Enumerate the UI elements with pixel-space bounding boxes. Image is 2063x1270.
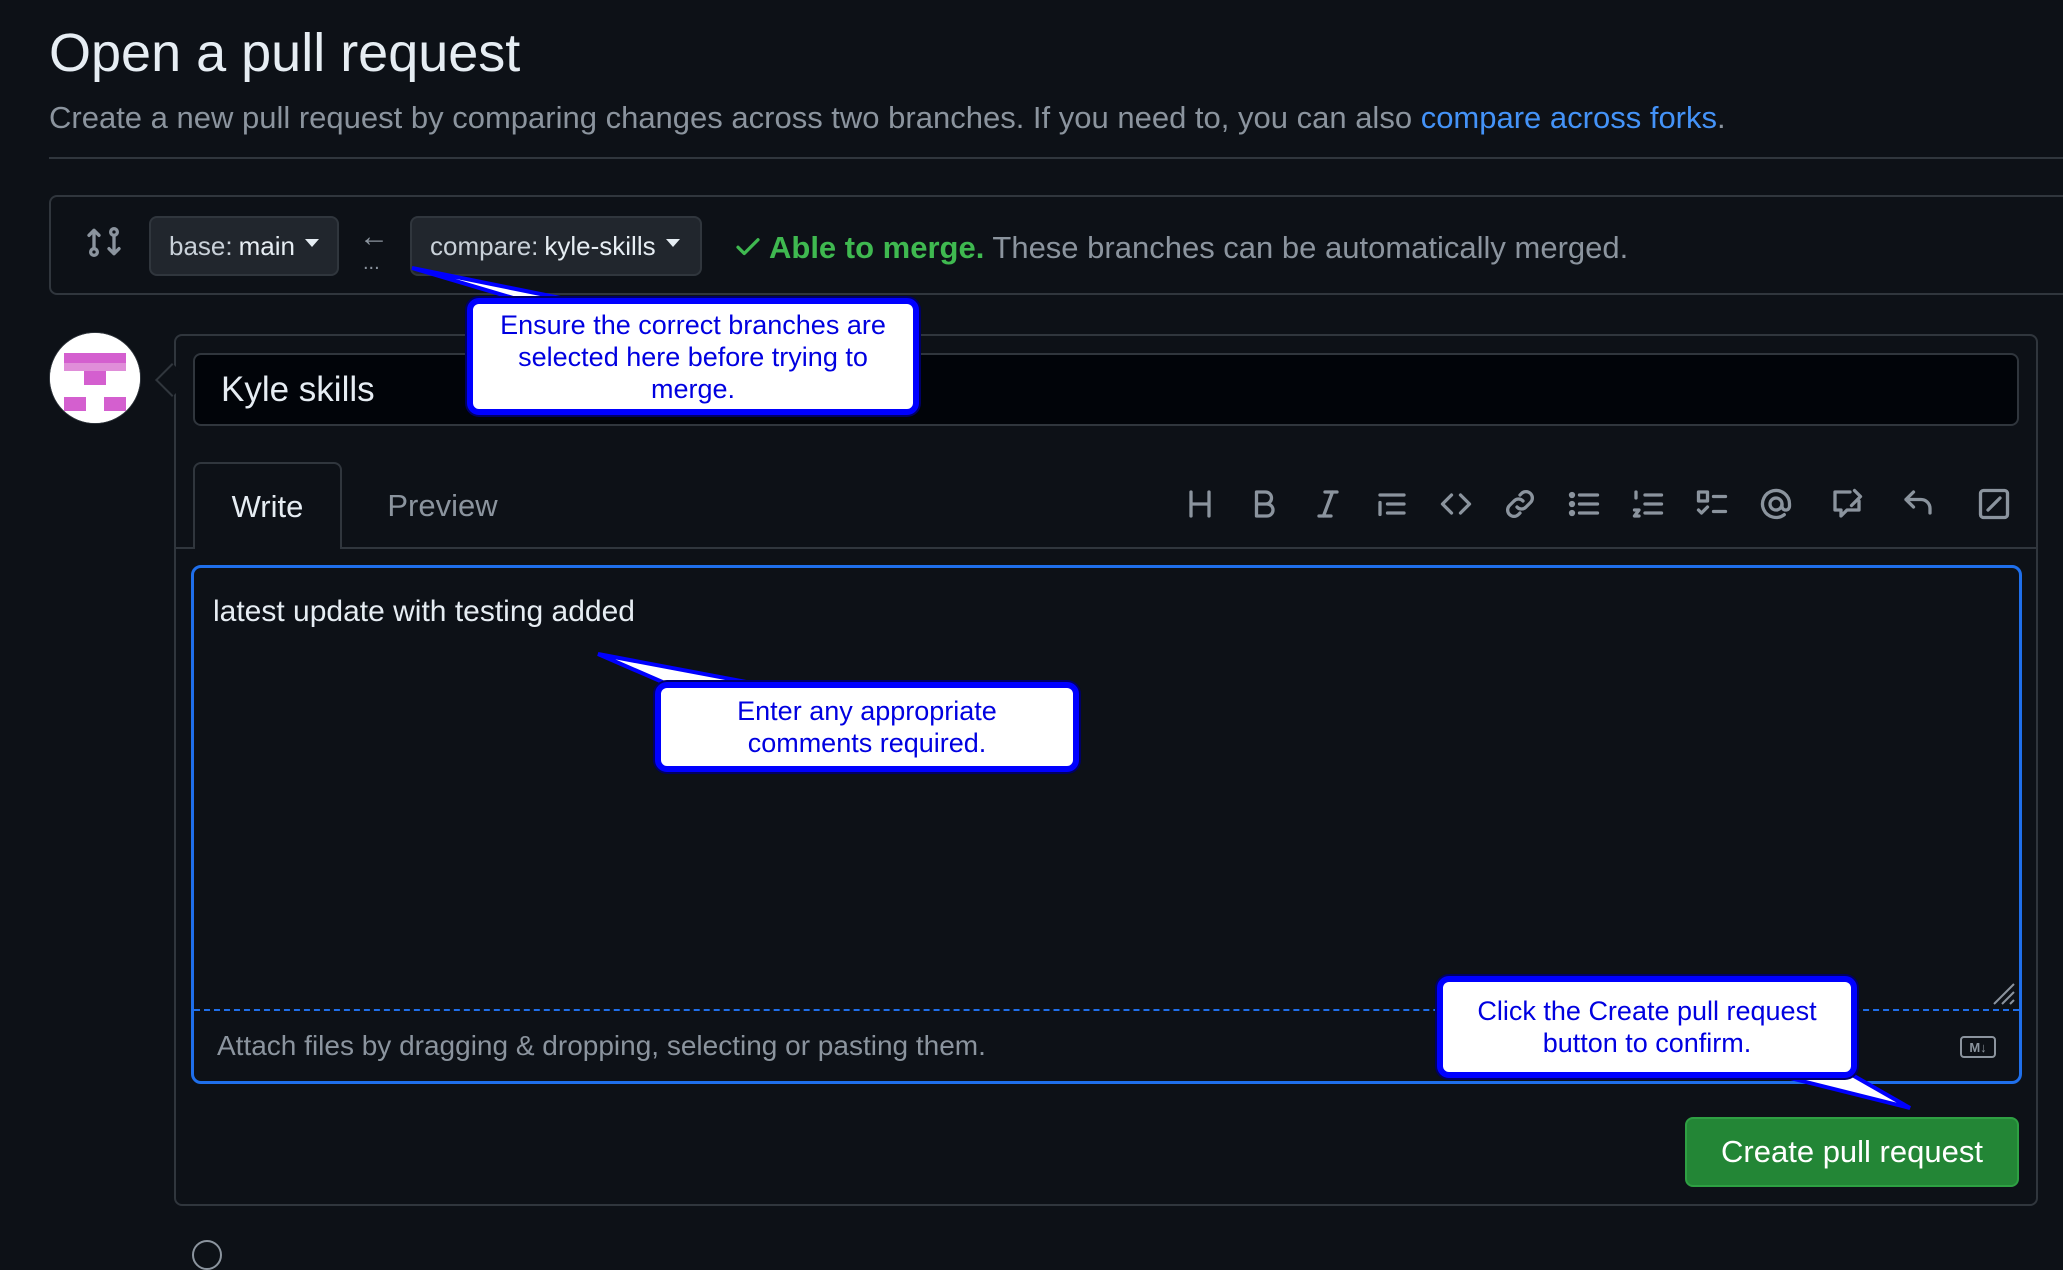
callout-comments: Enter any appropriate comments required. bbox=[655, 682, 1079, 772]
callout-create: Click the Create pull request button to … bbox=[1437, 976, 1857, 1078]
callout-branches: Ensure the correct branches are selected… bbox=[467, 298, 919, 415]
